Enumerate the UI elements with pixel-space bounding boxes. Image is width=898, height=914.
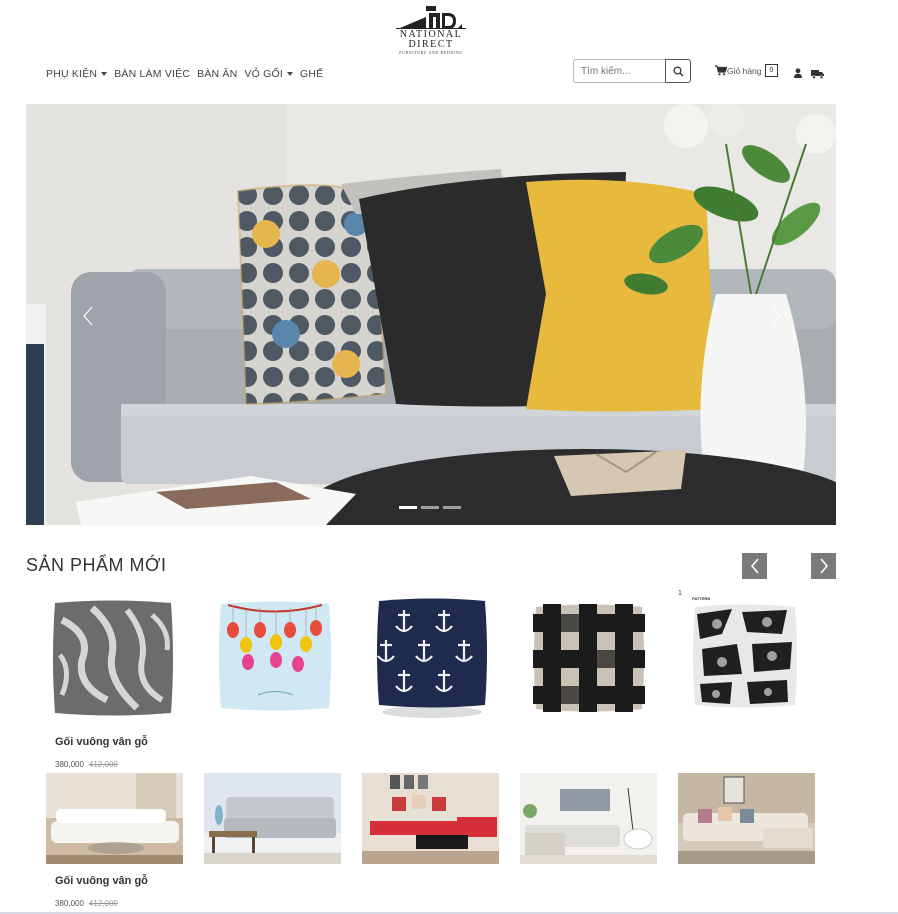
nav-item-vo-goi[interactable]: VỎ GỐI <box>242 68 298 80</box>
search-icon <box>672 65 683 76</box>
carousel-prev-icon[interactable] <box>80 304 96 328</box>
carousel-next-icon[interactable] <box>768 304 784 328</box>
product-image-grey-sofa[interactable] <box>204 773 341 864</box>
truck-icon <box>811 70 824 80</box>
user-icon <box>794 68 802 78</box>
user-account-link[interactable] <box>793 65 803 83</box>
current-price: 380,000 <box>55 899 84 908</box>
product-image-easter-pillow[interactable] <box>218 600 332 712</box>
product-image-beige-sofa[interactable] <box>520 773 657 864</box>
section-title: SẢN PHẨM MỚI <box>26 555 167 575</box>
product-image-white-sofa[interactable] <box>46 773 183 864</box>
old-price: 412,000 <box>88 899 118 908</box>
product-price: 380,000 412,000 <box>55 760 118 769</box>
cart-count: 0 <box>764 64 779 77</box>
carousel-indicators <box>399 506 461 509</box>
shipping-link[interactable] <box>811 66 824 84</box>
logo[interactable]: NATIONAL DIRECT FURNITURE AND BEDDING <box>378 6 484 55</box>
nav-label: PHỤ KIỆN <box>46 68 98 80</box>
slider-prev-button[interactable] <box>742 553 767 579</box>
chevron-right-icon <box>819 558 828 574</box>
chevron-left-icon <box>750 558 759 574</box>
search-input[interactable] <box>573 59 666 83</box>
nav-item-ban-an[interactable]: BÀN ĂN <box>195 68 242 80</box>
nav-label: BÀN ĂN <box>197 68 238 80</box>
current-price: 380,000 <box>55 760 84 769</box>
logo-mark <box>396 6 466 29</box>
product-price: 380,000 412,000 <box>55 899 118 908</box>
nav-label: BÀN LÀM VIỆC <box>114 68 191 80</box>
cart-label: Giỏ hàng <box>727 65 762 76</box>
main-nav: PHỤ KIỆN BÀN LÀM VIỆC BÀN ĂN VỎ GỐI GHẾ <box>44 68 328 80</box>
nav-item-phu-kien[interactable]: PHỤ KIỆN <box>44 68 112 80</box>
product-image-red-sofa[interactable] <box>362 773 499 864</box>
caret-down-icon <box>286 72 293 76</box>
search-button[interactable] <box>665 59 691 83</box>
nav-label: VỎ GỐI <box>244 68 283 80</box>
hero-carousel[interactable] <box>26 104 836 525</box>
pillow-badge-text: PATTERN <box>692 596 711 601</box>
product-image-pattern-pillow[interactable] <box>692 604 798 708</box>
pillow-badge-number: 1 <box>678 590 682 597</box>
page: NATIONAL DIRECT FURNITURE AND BEDDING PH… <box>0 0 898 914</box>
cart-icon <box>715 65 727 76</box>
product-image-plaid-pillow[interactable] <box>533 604 645 712</box>
nav-label: GHẾ <box>299 68 324 80</box>
old-price: 412,000 <box>88 760 118 769</box>
carousel-indicator[interactable] <box>399 506 417 509</box>
brand-tagline: FURNITURE AND BEDDING <box>399 50 463 55</box>
product-name[interactable]: Gối vuông vân gỗ <box>55 736 148 748</box>
product-name[interactable]: Gối vuông vân gỗ <box>55 875 148 887</box>
caret-down-icon <box>101 72 108 76</box>
product-image-cream-sofa[interactable] <box>678 773 815 864</box>
nav-item-ban-lam-viec[interactable]: BÀN LÀM VIỆC <box>112 68 195 80</box>
product-image-zebra-pillow[interactable] <box>52 600 174 716</box>
search-form <box>573 59 691 83</box>
nav-item-ghe[interactable]: GHẾ <box>298 68 328 80</box>
carousel-indicator[interactable] <box>421 506 439 509</box>
slider-next-button[interactable] <box>811 553 836 579</box>
hero-image <box>26 104 836 525</box>
cart-link[interactable]: Giỏ hàng 0 <box>715 64 779 77</box>
brand-name: NATIONAL DIRECT <box>399 29 463 50</box>
carousel-indicator[interactable] <box>443 506 461 509</box>
product-image-anchor-pillow[interactable] <box>376 598 488 720</box>
